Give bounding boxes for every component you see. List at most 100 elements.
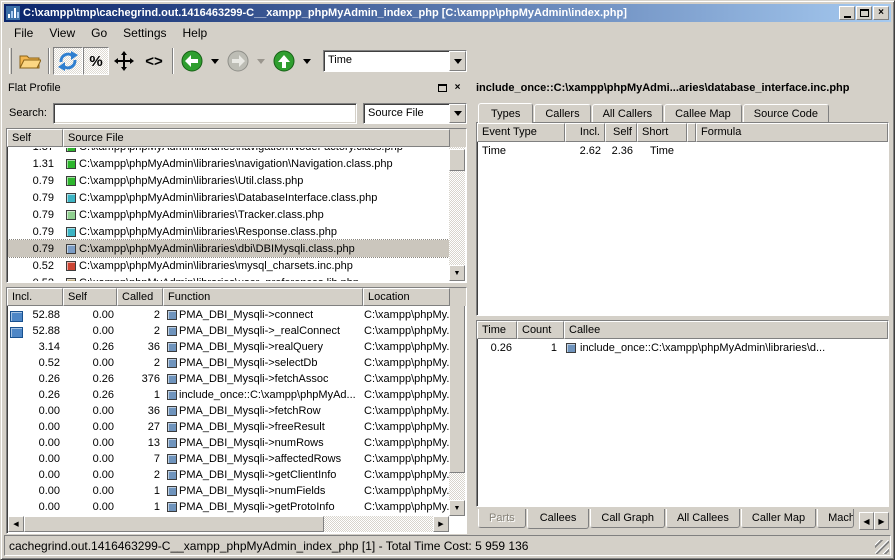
callee-row[interactable]: 0.26 1 include_once::C:\xampp\phpMyAdmin… <box>477 339 888 356</box>
tab-scroll-left-button[interactable]: ◀ <box>859 512 874 530</box>
scroll-left-button[interactable]: ◀ <box>8 516 24 532</box>
tab-all-callers[interactable]: All Callers <box>592 104 664 122</box>
open-file-button[interactable] <box>15 47 45 75</box>
column-header-incl[interactable]: Incl. <box>565 123 605 142</box>
source-file-row[interactable]: 1.31C:\xampp\phpMyAdmin\libraries\naviga… <box>8 155 449 172</box>
source-file-row[interactable]: 0.79C:\xampp\phpMyAdmin\libraries\Tracke… <box>8 206 449 223</box>
column-header-callee[interactable]: Callee <box>564 321 888 339</box>
function-row[interactable]: 0.260.261include_once::C:\xampp\phpMyAd.… <box>8 387 449 403</box>
maximize-button[interactable] <box>856 6 872 20</box>
event-type-selector[interactable]: Time <box>323 50 467 72</box>
dock-float-button[interactable] <box>435 81 450 94</box>
forward-button[interactable] <box>223 47 253 75</box>
up-button[interactable] <box>269 47 299 75</box>
combo-dropdown-icon[interactable] <box>449 104 466 123</box>
scrollbar-thumb[interactable] <box>449 149 465 171</box>
column-header-function[interactable]: Function <box>163 288 363 306</box>
self-cost-cell: 0.26 <box>64 373 118 385</box>
function-row[interactable]: 0.000.0027PMA_DBI_Mysqli->freeResultC:\x… <box>8 419 449 435</box>
function-row[interactable]: 52.880.002PMA_DBI_Mysqli->connectC:\xamp… <box>8 307 449 323</box>
scrollbar-thumb[interactable] <box>24 516 324 532</box>
column-header-self[interactable]: Self <box>63 288 117 306</box>
combo-dropdown-icon[interactable] <box>449 51 466 71</box>
horizontal-scrollbar[interactable]: ◀ ▶ <box>8 516 449 532</box>
function-row[interactable]: 0.000.0013PMA_DBI_Mysqli->numRowsC:\xamp… <box>8 435 449 451</box>
menu-file[interactable]: File <box>6 24 41 42</box>
tab-scroll-right-button[interactable]: ▶ <box>874 512 889 530</box>
source-file-row[interactable]: 0.79C:\xampp\phpMyAdmin\libraries\Respon… <box>8 223 449 240</box>
relative-percent-button[interactable]: % <box>83 47 109 75</box>
source-file-row[interactable]: 0.79C:\xampp\phpMyAdmin\libraries\dbi\DB… <box>8 240 449 257</box>
column-header-time[interactable]: Time <box>477 321 517 339</box>
detect-cycles-button[interactable] <box>53 47 83 75</box>
function-row[interactable]: 52.880.002PMA_DBI_Mysqli->_realConnectC:… <box>8 323 449 339</box>
scroll-right-button[interactable]: ▶ <box>433 516 449 532</box>
column-header-event-type[interactable]: Event Type <box>477 123 565 142</box>
function-row[interactable]: 0.000.001PMA_DBI_Mysqli->numFieldsC:\xam… <box>8 483 449 499</box>
back-dropdown-icon[interactable] <box>211 59 219 64</box>
vertical-scrollbar[interactable]: ▲ ▼ <box>449 130 465 281</box>
column-header-short[interactable]: Short <box>637 123 687 142</box>
event-type-row[interactable]: Time 2.62 2.36 Time <box>477 142 888 159</box>
search-input[interactable] <box>53 103 357 124</box>
column-header-count[interactable]: Count <box>517 321 564 339</box>
function-row[interactable]: 3.140.2636PMA_DBI_Mysqli->realQueryC:\xa… <box>8 339 449 355</box>
close-button[interactable]: × <box>873 6 889 20</box>
tab-call-graph[interactable]: Call Graph <box>590 509 665 528</box>
tab-callees[interactable]: Callees <box>527 509 590 529</box>
expand-areas-button[interactable] <box>109 47 139 75</box>
scroll-down-button[interactable]: ▼ <box>449 265 465 281</box>
menu-view[interactable]: View <box>41 24 83 42</box>
search-row: Search: Source File <box>6 101 467 125</box>
resize-grip[interactable] <box>875 540 889 554</box>
function-row[interactable]: 0.000.001PMA_DBI_Mysqli->getProtoInfoC:\… <box>8 499 449 515</box>
source-file-row[interactable]: 1.37C:\xampp\phpMyAdmin\libraries\naviga… <box>8 148 449 155</box>
dock-title: Flat Profile <box>8 82 435 94</box>
tab-callee-map[interactable]: Callee Map <box>664 104 742 122</box>
window-titlebar[interactable]: C:\xampp\tmp\cachegrind.out.1416463299-C… <box>4 4 891 22</box>
scrollbar-thumb[interactable] <box>449 305 465 473</box>
back-button[interactable] <box>177 47 207 75</box>
scroll-down-button[interactable]: ▼ <box>449 500 465 516</box>
column-header-location[interactable]: Location <box>363 288 450 306</box>
source-file-row[interactable]: 0.79C:\xampp\phpMyAdmin\libraries\Databa… <box>8 189 449 206</box>
menu-help[interactable]: Help <box>175 24 216 42</box>
column-header-called[interactable]: Called <box>117 288 163 306</box>
source-file-row[interactable]: 0.52C:\xampp\phpMyAdmin\libraries\mysql_… <box>8 257 449 274</box>
vertical-scrollbar[interactable]: ▲ ▼ <box>449 289 465 516</box>
up-dropdown-icon[interactable] <box>303 59 311 64</box>
tab-callers[interactable]: Callers <box>534 104 590 122</box>
tab-machine[interactable]: Machine <box>817 509 854 528</box>
function-row[interactable]: 0.260.26376PMA_DBI_Mysqli->fetchAssocC:\… <box>8 371 449 387</box>
function-name: PMA_DBI_Mysqli->fetchRow <box>179 405 321 417</box>
source-file-row[interactable]: 0.52C:\xampp\phpMyAdmin\libraries\user_p… <box>8 274 449 281</box>
maximize-icon <box>860 9 869 17</box>
tab-all-callees[interactable]: All Callees <box>666 509 740 528</box>
incl-cost-cell: 52.88 <box>8 325 64 337</box>
menu-settings[interactable]: Settings <box>115 24 174 42</box>
column-header-self[interactable]: Self <box>7 129 63 147</box>
tab-source-code[interactable]: Source Code <box>743 104 829 122</box>
tab-types[interactable]: Types <box>478 103 533 123</box>
minimize-button[interactable] <box>839 6 855 20</box>
column-header-formula[interactable]: Formula <box>696 123 888 142</box>
function-row[interactable]: 0.520.002PMA_DBI_Mysqli->selectDbC:\xamp… <box>8 355 449 371</box>
scrollbar-track[interactable] <box>449 305 465 500</box>
flat-profile-panel: Flat Profile × Search: Source File Self … <box>4 78 469 534</box>
function-row[interactable]: 0.000.007PMA_DBI_Mysqli->affectedRowsC:\… <box>8 451 449 467</box>
column-header-source-file[interactable]: Source File <box>63 129 450 147</box>
tab-caller-map[interactable]: Caller Map <box>741 509 816 528</box>
function-row[interactable]: 0.000.002PMA_DBI_Mysqli->getClientInfoC:… <box>8 467 449 483</box>
swap-direction-button[interactable]: <> <box>139 47 169 75</box>
column-header-incl[interactable]: Incl. <box>7 288 63 306</box>
scrollbar-track[interactable] <box>449 146 465 265</box>
forward-dropdown-icon[interactable] <box>257 59 265 64</box>
column-header-self[interactable]: Self <box>605 123 637 142</box>
function-row[interactable]: 0.000.0036PMA_DBI_Mysqli->fetchRowC:\xam… <box>8 403 449 419</box>
dock-close-button[interactable]: × <box>450 81 465 94</box>
source-file-row[interactable]: 0.79C:\xampp\phpMyAdmin\libraries\Util.c… <box>8 172 449 189</box>
menu-go[interactable]: Go <box>83 24 115 42</box>
dock-titlebar[interactable]: Flat Profile × <box>4 78 469 97</box>
grouping-selector[interactable]: Source File <box>363 103 467 124</box>
toolbar-handle[interactable] <box>9 48 12 74</box>
